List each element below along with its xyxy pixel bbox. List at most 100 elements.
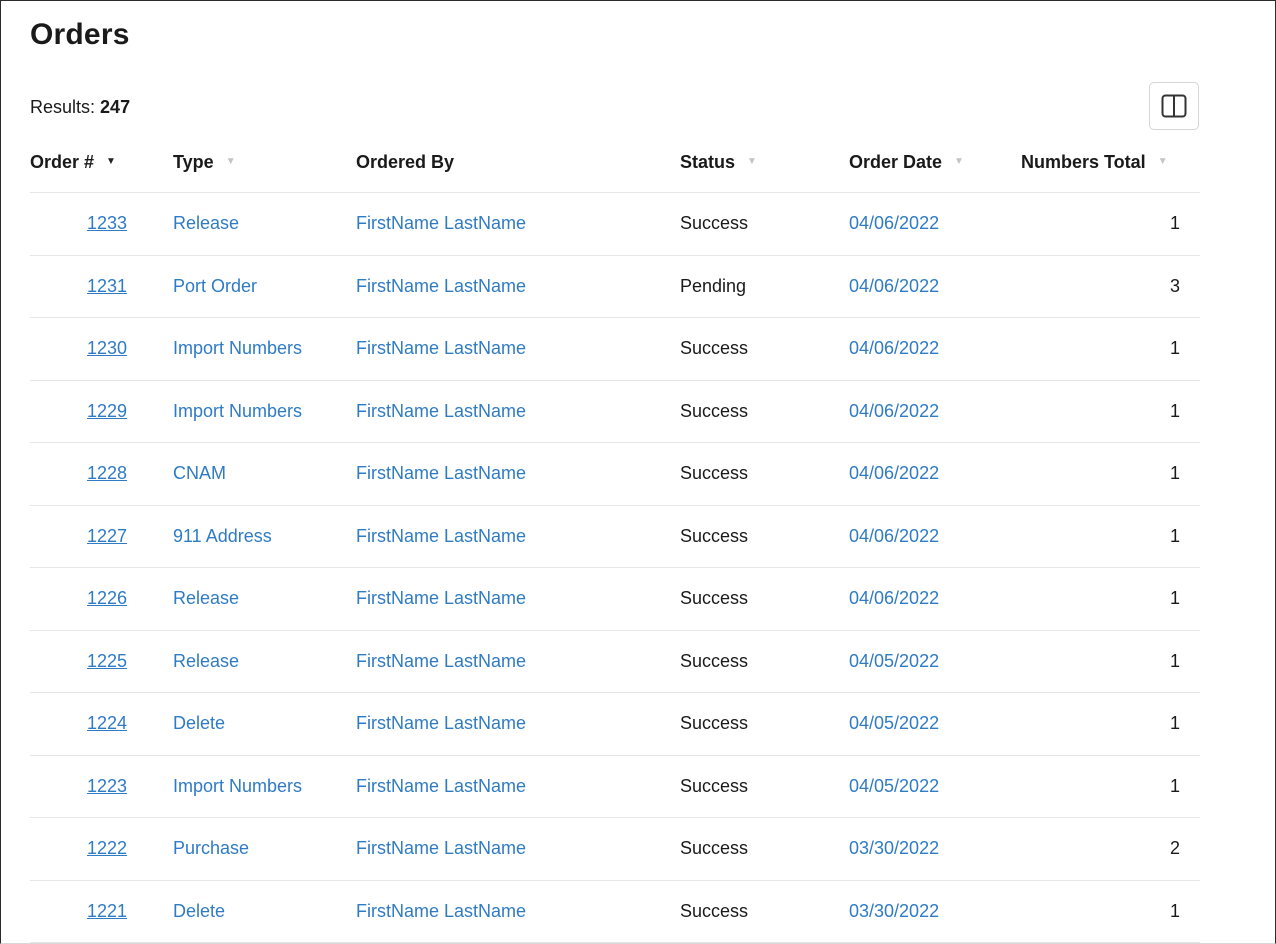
order-type-link[interactable]: Port Order — [173, 276, 257, 296]
table-row[interactable]: 1222 Purchase FirstName LastName Success 03/… — [30, 817, 1200, 881]
order-type-link[interactable]: Release — [173, 588, 239, 608]
table-cell: FirstName LastName — [356, 692, 680, 756]
ordered-by-link[interactable]: FirstName LastName — [356, 463, 526, 483]
table-row[interactable]: 1226 Release FirstName LastName Success 04/0… — [30, 567, 1200, 631]
order-number-link[interactable]: 1229 — [30, 401, 127, 421]
numbers-total-value: 2 — [1169, 838, 1180, 859]
column-header-numbers-total[interactable]: Numbers Total ▼ — [1021, 133, 1200, 193]
ordered-by-link[interactable]: FirstName LastName — [356, 713, 526, 733]
order-type-link[interactable]: Delete — [173, 713, 225, 733]
order-number-link[interactable]: 1227 — [30, 526, 127, 546]
table-row[interactable]: 1223 Import Numbers FirstName LastName Succ… — [30, 755, 1200, 818]
results-summary: Results: 247 — [30, 95, 130, 119]
sort-arrow-icon[interactable]: ▼ — [226, 156, 236, 167]
table-row[interactable]: 1233 Release FirstName LastName Success 04/0… — [30, 192, 1200, 256]
table-cell: 1228 — [30, 442, 173, 506]
table-row[interactable]: 1225 Release FirstName LastName Success 04/0… — [30, 630, 1200, 693]
column-header-order-date[interactable]: Order Date ▼ — [849, 133, 1021, 193]
order-type-link[interactable]: Purchase — [173, 838, 249, 858]
order-date-link[interactable]: 04/06/2022 — [849, 588, 939, 608]
order-number-link[interactable]: 1228 — [30, 463, 127, 483]
table-cell: 04/06/2022 — [849, 505, 1021, 568]
order-type-link[interactable]: 911 Address — [173, 526, 272, 546]
ordered-by-link[interactable]: FirstName LastName — [356, 338, 526, 358]
order-number-link[interactable]: 1223 — [30, 776, 127, 796]
table-cell: 04/06/2022 — [849, 317, 1021, 381]
table-cell: Delete — [173, 692, 356, 756]
ordered-by-link[interactable]: FirstName LastName — [356, 401, 526, 421]
order-number-link[interactable]: 1230 — [30, 338, 127, 358]
status-text: Success — [680, 838, 749, 859]
sort-arrow-icon[interactable]: ▼ — [106, 156, 116, 167]
ordered-by-link[interactable]: FirstName LastName — [356, 213, 526, 233]
ordered-by-link[interactable]: FirstName LastName — [356, 276, 526, 296]
table-cell: Pending — [680, 255, 849, 318]
order-number-link[interactable]: 1225 — [30, 651, 127, 671]
table-row[interactable]: 1230 Import Numbers FirstName LastName Succ… — [30, 317, 1200, 381]
ordered-by-link[interactable]: FirstName LastName — [356, 588, 526, 608]
table-cell: FirstName LastName — [356, 317, 680, 381]
ordered-by-link[interactable]: FirstName LastName — [356, 901, 526, 921]
column-header-status[interactable]: Status ▼ — [680, 133, 849, 193]
table-cell: 1 — [1021, 192, 1200, 256]
table-row[interactable]: 1227 911 Address FirstName LastName Success… — [30, 505, 1200, 568]
table-cell: Release — [173, 567, 356, 631]
order-number-link[interactable]: 1222 — [30, 838, 127, 858]
table-cell: 1 — [1021, 692, 1200, 756]
table-cell: FirstName LastName — [356, 630, 680, 693]
numbers-total-value: 1 — [1169, 650, 1180, 671]
order-date-link[interactable]: 04/06/2022 — [849, 463, 939, 483]
order-date-link[interactable]: 03/30/2022 — [849, 901, 939, 921]
table-cell: 04/06/2022 — [849, 192, 1021, 256]
order-number-link[interactable]: 1231 — [30, 276, 127, 296]
order-number-link[interactable]: 1233 — [30, 213, 127, 233]
table-row[interactable]: 1224 Delete FirstName LastName Success 04/05… — [30, 692, 1200, 756]
order-type-link[interactable]: Import Numbers — [173, 401, 302, 421]
ordered-by-link[interactable]: FirstName LastName — [356, 776, 526, 796]
sort-arrow-icon[interactable]: ▼ — [954, 156, 964, 167]
order-type-link[interactable]: Release — [173, 651, 239, 671]
order-date-link[interactable]: 04/05/2022 — [849, 776, 939, 796]
table-row[interactable]: 1228 CNAM FirstName LastName Success 04/06/2… — [30, 442, 1200, 506]
order-date-link[interactable]: 04/06/2022 — [849, 338, 939, 358]
table-row[interactable]: 1221 Delete FirstName LastName Success 03/30… — [30, 880, 1200, 943]
order-date-link[interactable]: 04/05/2022 — [849, 651, 939, 671]
sort-arrow-icon[interactable]: ▼ — [747, 156, 757, 167]
columns-icon — [1161, 94, 1187, 118]
numbers-total-value: 1 — [1169, 463, 1180, 484]
order-type-link[interactable]: Import Numbers — [173, 338, 302, 358]
table-cell: Success — [680, 505, 849, 568]
sort-arrow-icon[interactable]: ▼ — [1158, 156, 1168, 167]
order-date-link[interactable]: 04/06/2022 — [849, 276, 939, 296]
order-date-link[interactable]: 04/06/2022 — [849, 213, 939, 233]
order-number-link[interactable]: 1221 — [30, 901, 127, 921]
status-text: Success — [680, 650, 749, 671]
order-type-link[interactable]: Delete — [173, 901, 225, 921]
table-cell: 03/30/2022 — [849, 880, 1021, 943]
order-date-link[interactable]: 04/05/2022 — [849, 713, 939, 733]
table-cell: 1223 — [30, 755, 173, 818]
ordered-by-link[interactable]: FirstName LastName — [356, 838, 526, 858]
table-cell: Delete — [173, 880, 356, 943]
order-type-link[interactable]: CNAM — [173, 463, 226, 483]
table-cell: 1231 — [30, 255, 173, 318]
table-cell: 1 — [1021, 505, 1200, 568]
order-type-link[interactable]: Import Numbers — [173, 776, 302, 796]
order-type-link[interactable]: Release — [173, 213, 239, 233]
column-header-type[interactable]: Type ▼ — [173, 133, 356, 193]
order-number-link[interactable]: 1224 — [30, 713, 127, 733]
column-header-label: Order Date — [849, 152, 943, 172]
order-date-link[interactable]: 04/06/2022 — [849, 401, 939, 421]
ordered-by-link[interactable]: FirstName LastName — [356, 651, 526, 671]
numbers-total-value: 1 — [1169, 900, 1180, 921]
order-date-link[interactable]: 03/30/2022 — [849, 838, 939, 858]
table-row[interactable]: 1231 Port Order FirstName LastName Pending 0… — [30, 255, 1200, 318]
ordered-by-link[interactable]: FirstName LastName — [356, 526, 526, 546]
order-date-link[interactable]: 04/06/2022 — [849, 526, 939, 546]
column-settings-button[interactable] — [1149, 82, 1199, 130]
table-cell: Success — [680, 692, 849, 756]
order-number-link[interactable]: 1226 — [30, 588, 127, 608]
column-header-order-number[interactable]: Order # ▼ — [30, 133, 173, 193]
table-cell: 1226 — [30, 567, 173, 631]
table-row[interactable]: 1229 Import Numbers FirstName LastName Succ… — [30, 380, 1200, 443]
